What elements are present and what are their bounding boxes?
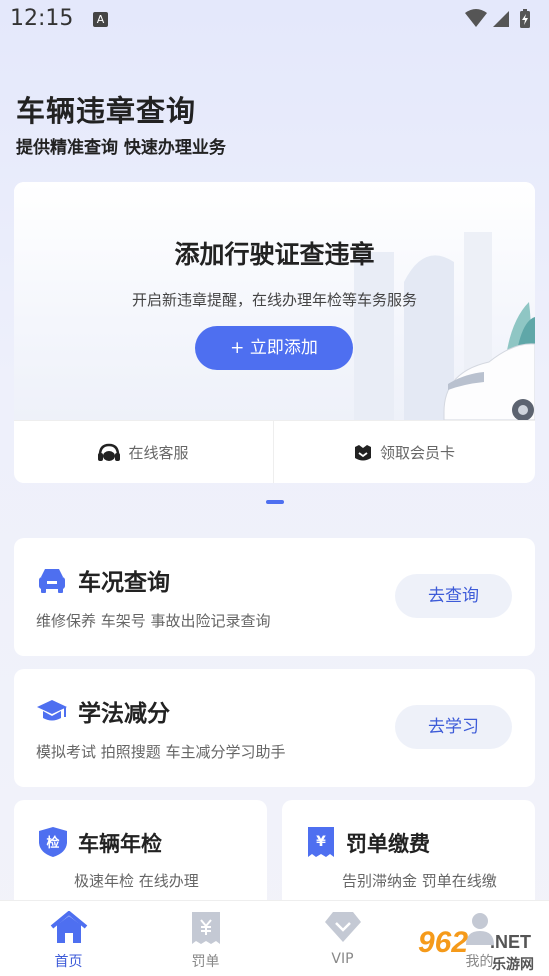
status-bar: 12:15 A — [0, 0, 549, 40]
watermark-brand: 962 — [418, 926, 469, 959]
member-card-label: 领取会员卡 — [379, 444, 455, 462]
member-card-button[interactable]: 领取会员卡 — [274, 421, 535, 483]
inspection-shield-icon: 检 — [39, 827, 67, 857]
car-condition-description: 维修保养 车架号 事故出险记录查询 — [36, 612, 271, 630]
page-title: 车辆违章查询 — [16, 94, 197, 128]
annual-inspection-description: 极速年检 在线办理 — [74, 872, 199, 890]
tab-fines[interactable]: 罚单 — [137, 901, 274, 976]
inspection-icon-text: 检 — [46, 835, 59, 851]
annual-inspection-card[interactable]: 检 车辆年检 极速年检 在线办理 — [14, 800, 267, 910]
page-subtitle: 提供精准查询 快速办理业务 — [16, 138, 226, 158]
license-card-title: 添加行驶证查违章 — [174, 240, 375, 269]
signal-icon — [493, 11, 509, 27]
tab-home[interactable]: 首页 — [0, 901, 137, 976]
add-license-button[interactable]: + 立即添加 — [195, 326, 353, 370]
car-condition-query-button[interactable]: 去查询 — [395, 574, 512, 618]
study-points-learn-button[interactable]: 去学习 — [395, 705, 512, 749]
online-service-button[interactable]: 在线客服 — [14, 421, 274, 483]
home-icon — [50, 911, 87, 943]
status-icons — [465, 9, 530, 28]
study-points-card[interactable]: 学法减分 模拟考试 拍照搜题 车主减分学习助手 去学习 — [14, 669, 535, 787]
tab-home-label: 首页 — [54, 954, 83, 970]
license-actions: 在线客服 领取会员卡 — [14, 420, 535, 483]
annual-inspection-title: 车辆年检 — [78, 832, 162, 856]
fine-payment-icon-text: ¥ — [316, 834, 326, 850]
watermark-sub: 乐游网 — [492, 957, 534, 973]
watermark-suffix: .NET — [490, 932, 532, 952]
car-condition-title: 车况查询 — [78, 570, 170, 596]
status-notification-icon: A — [93, 12, 108, 27]
wifi-icon — [465, 9, 487, 27]
study-points-description: 模拟考试 拍照搜题 车主减分学习助手 — [36, 743, 286, 761]
license-card-description: 开启新违章提醒，在线办理年检等车务服务 — [131, 291, 417, 309]
graduation-cap-icon — [37, 700, 67, 721]
study-points-title: 学法减分 — [78, 701, 170, 727]
headset-icon — [98, 443, 121, 461]
car-condition-card[interactable]: 车况查询 维修保养 车架号 事故出险记录查询 去查询 — [14, 538, 535, 656]
member-badge-icon — [354, 444, 371, 460]
site-watermark-logo: 962 .NET 乐游网 — [418, 926, 546, 974]
carousel-indicator — [266, 500, 284, 504]
tab-vip[interactable]: VIP — [274, 901, 411, 976]
tab-fines-label: 罚单 — [191, 954, 220, 970]
ticket-icon — [191, 912, 220, 944]
license-banner: 添加行驶证查违章 开启新违章提醒，在线办理年检等车务服务 + 立即添加 — [14, 182, 535, 420]
tab-vip-label: VIP — [331, 951, 354, 967]
car-icon — [39, 569, 65, 593]
status-time: 12:15 — [10, 6, 74, 31]
ticket-yen-icon: ¥ — [308, 827, 334, 857]
diamond-icon — [324, 912, 361, 942]
add-license-card: 添加行驶证查违章 开启新违章提醒，在线办理年检等车务服务 + 立即添加 在线客服… — [14, 182, 535, 483]
online-service-label: 在线客服 — [128, 444, 189, 462]
fine-payment-title: 罚单缴费 — [346, 832, 430, 856]
fine-payment-card[interactable]: ¥ 罚单缴费 告别滞纳金 罚单在线缴 — [282, 800, 535, 910]
fine-payment-description: 告别滞纳金 罚单在线缴 — [342, 872, 497, 890]
